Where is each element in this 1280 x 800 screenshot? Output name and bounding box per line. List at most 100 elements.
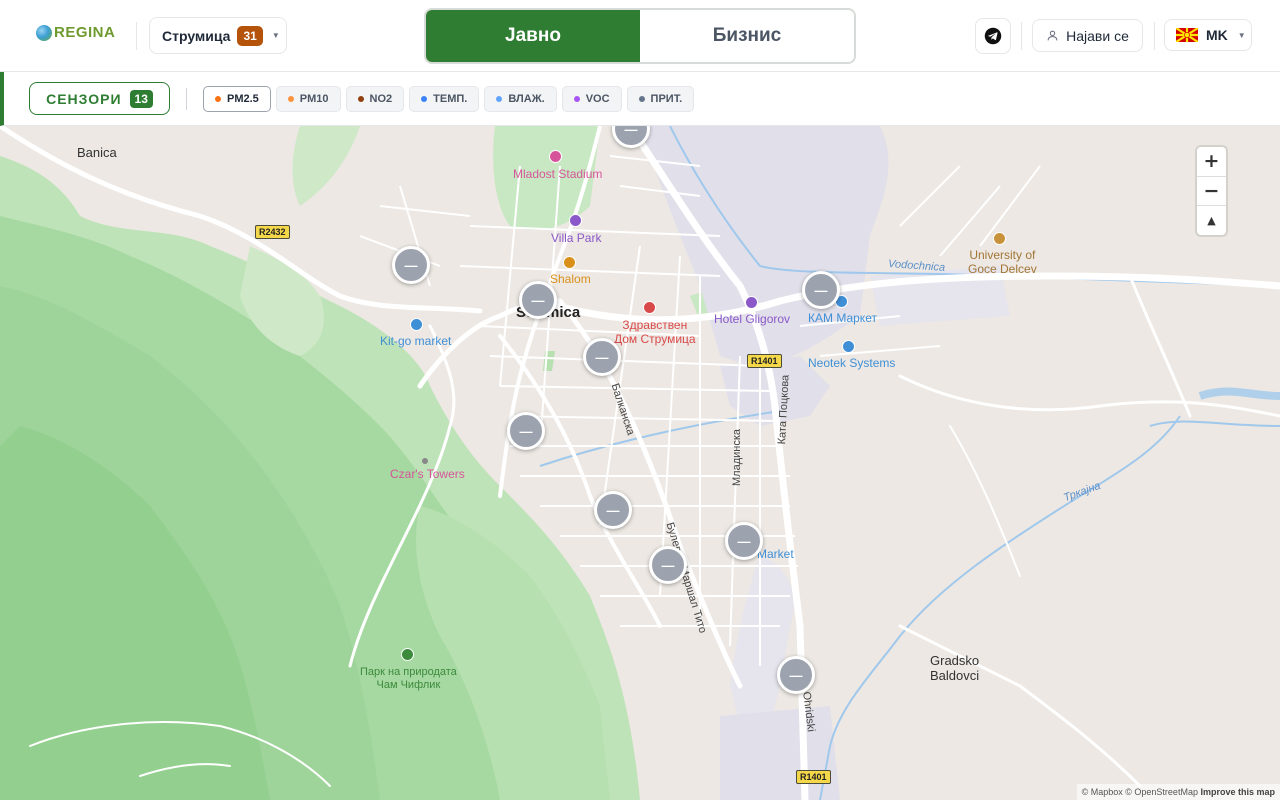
place-label-banica: Banica (77, 145, 117, 160)
sensor-marker[interactable]: — (594, 491, 632, 529)
mapbox-attribution-link[interactable]: © Mapbox (1082, 787, 1123, 797)
language-label: MK (1206, 27, 1228, 43)
filter-pill-label: ПРИТ. (650, 93, 683, 105)
status-dot-icon (496, 96, 503, 102)
filter-pill-label: PM10 (299, 93, 329, 105)
hotel-icon (569, 214, 582, 227)
divider (1021, 22, 1022, 50)
pollutant-filter-group: PM2.5 PM10 NO2 ТЕМП. ВЛАЖ. VOC ПРИТ. (203, 86, 695, 112)
mode-toggle: Јавно Бизнис (424, 8, 856, 64)
city-name: Струмица (162, 27, 231, 44)
zoom-in-button[interactable]: + (1197, 147, 1226, 177)
login-button[interactable]: Најави се (1032, 19, 1143, 52)
language-selector[interactable]: MK ▼ (1164, 19, 1252, 51)
hospital-icon (643, 301, 656, 314)
university-icon (993, 232, 1006, 245)
divider (186, 88, 187, 110)
map-canvas[interactable]: Banica Strumica Gradsko Baldovci Mladost… (0, 126, 1280, 800)
filter-bar: СЕНЗОРИ 13 PM2.5 PM10 NO2 ТЕМП. ВЛАЖ. VO… (0, 72, 1280, 126)
filter-pill-pm25[interactable]: PM2.5 (203, 86, 271, 112)
poi-label-kam-market[interactable]: КАМ Маркет (808, 311, 877, 326)
sensor-marker[interactable]: — (583, 338, 621, 376)
filter-pill-humidity[interactable]: ВЛАЖ. (484, 86, 557, 112)
poi-label-villa-park[interactable]: Villa Park (551, 231, 601, 246)
poi-label-shalom[interactable]: Shalom (550, 272, 591, 287)
road-shield-r2432: R2432 (255, 225, 290, 239)
sensor-marker[interactable]: — (649, 546, 687, 584)
park-icon (401, 648, 414, 661)
map-basemap (0, 126, 1280, 800)
restaurant-icon (563, 256, 576, 269)
chevron-down-icon: ▼ (1237, 30, 1246, 40)
sensor-marker-value: — (661, 557, 675, 573)
poi-label-neotek[interactable]: Neotek Systems (808, 356, 895, 371)
hotel-icon (745, 296, 758, 309)
filter-pill-temperature[interactable]: ТЕМП. (409, 86, 480, 112)
sensor-marker-value: — (531, 292, 545, 308)
street-label-mladinska: Младинска (731, 428, 743, 486)
login-label: Најави се (1066, 27, 1129, 44)
sensor-marker-value: — (595, 349, 609, 365)
map-zoom-controls: + − ▲ (1197, 147, 1226, 235)
road-shield-r1401: R1401 (796, 770, 831, 784)
status-dot-icon (421, 96, 428, 102)
stadium-icon (549, 150, 562, 163)
sensor-marker[interactable]: — (392, 246, 430, 284)
sensor-marker-value: — (519, 423, 533, 439)
sensor-marker-value: — (789, 667, 803, 683)
poi-label-market[interactable]: Market (757, 547, 794, 562)
osm-attribution-link[interactable]: © OpenStreetMap (1125, 787, 1198, 797)
shop-icon (410, 318, 423, 331)
sensor-marker-value: — (404, 257, 418, 273)
poi-label-mladost-stadium[interactable]: Mladost Stadium (513, 167, 602, 182)
divider (1154, 22, 1155, 50)
poi-label-hotel-gligorov[interactable]: Hotel Gligorov (714, 312, 790, 327)
sensors-button[interactable]: СЕНЗОРИ 13 (29, 82, 170, 115)
poi-label-czars-towers[interactable]: Czar's Towers (390, 467, 465, 482)
filter-pill-no2[interactable]: NO2 (345, 86, 405, 112)
filter-pill-label: ТЕМП. (433, 93, 468, 105)
filter-pill-label: PM2.5 (227, 93, 259, 105)
sensor-marker[interactable]: — (725, 522, 763, 560)
telegram-button[interactable] (975, 18, 1011, 54)
poi-label-health-center[interactable]: Здравствен Дом Струмица (614, 318, 696, 347)
city-selector[interactable]: Струмица 31 ▼ (149, 17, 287, 54)
sensor-marker[interactable]: — (777, 656, 815, 694)
mode-public-button[interactable]: Јавно (426, 10, 640, 62)
filter-pill-pm10[interactable]: PM10 (275, 86, 341, 112)
improve-map-link[interactable]: Improve this map (1200, 787, 1275, 797)
filter-pill-pressure[interactable]: ПРИТ. (626, 86, 695, 112)
mode-business-button[interactable]: Бизнис (640, 10, 854, 62)
globe-logo-icon (36, 24, 52, 41)
north-macedonia-flag-icon (1176, 28, 1198, 42)
zoom-out-button[interactable]: − (1197, 177, 1226, 207)
shop-icon (842, 340, 855, 353)
sensor-marker[interactable]: — (507, 412, 545, 450)
regina-logo[interactable]: REGINA (36, 24, 115, 41)
tower-icon (422, 458, 428, 464)
sensor-marker-value: — (606, 502, 620, 518)
sensor-marker-value: — (737, 533, 751, 549)
compass-reset-button[interactable]: ▲ (1197, 206, 1226, 235)
filter-pill-label: ВЛАЖ. (508, 93, 545, 105)
map-attribution: © Mapbox © OpenStreetMap Improve this ma… (1076, 784, 1280, 800)
status-dot-icon (638, 96, 645, 102)
city-sensor-count-badge: 31 (237, 25, 263, 46)
filter-pill-label: NO2 (369, 93, 393, 105)
sensor-marker[interactable]: — (802, 271, 840, 309)
user-icon (1047, 30, 1058, 41)
sensor-marker[interactable]: — (519, 281, 557, 319)
status-dot-icon (357, 96, 364, 102)
poi-label-university[interactable]: University of Goce Delcev (968, 248, 1037, 277)
poi-label-nature-park[interactable]: Парк на природата Чам Чифлик (360, 666, 457, 691)
filter-pill-label: VOC (585, 93, 610, 105)
road-shield-r1401: R1401 (747, 354, 782, 368)
sensors-count-badge: 13 (129, 89, 153, 108)
filter-pill-voc[interactable]: VOC (561, 86, 622, 112)
top-header: REGINA Струмица 31 ▼ Јавно Бизнис Најави… (0, 0, 1280, 72)
logo-text: REGINA (54, 24, 116, 41)
place-label-gradsko-baldovci: Gradsko Baldovci (930, 653, 980, 683)
status-dot-icon (215, 96, 221, 102)
chevron-down-icon: ▼ (271, 31, 280, 40)
poi-label-kitgo-market[interactable]: Kit-go market (380, 334, 451, 349)
